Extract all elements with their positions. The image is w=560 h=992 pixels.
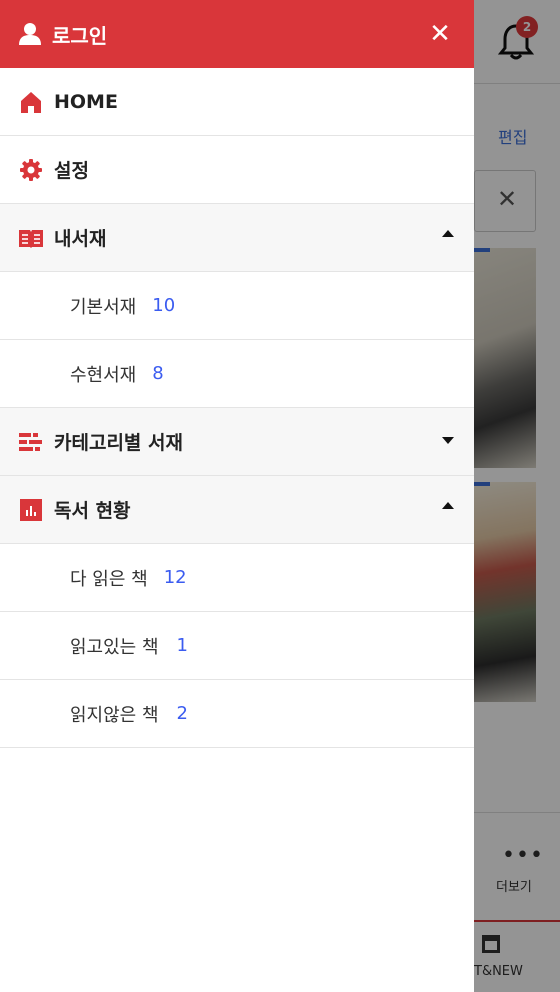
home-icon <box>18 89 44 115</box>
menu-item-my-library[interactable]: 내서재 <box>0 204 474 272</box>
login-link[interactable]: 로그인 <box>52 20 107 49</box>
library-item-count: 10 <box>152 295 176 316</box>
reading-item-label: 읽지않은 책 <box>70 704 159 726</box>
library-item-label: 수현서재 <box>70 364 137 386</box>
drawer-header: 로그인 ✕ <box>0 0 474 68</box>
reading-item-count: 1 <box>176 635 188 656</box>
bar-chart-icon <box>18 497 44 523</box>
reading-item-label: 다 읽은 책 <box>70 568 148 590</box>
gear-icon <box>18 157 44 183</box>
close-icon[interactable]: ✕ <box>424 18 456 50</box>
menu-label: 독서 현황 <box>54 500 131 522</box>
reading-item-finished[interactable]: 다 읽은 책 12 <box>0 544 474 612</box>
library-item-label: 기본서재 <box>70 296 137 318</box>
menu-item-settings[interactable]: 설정 <box>0 136 474 204</box>
chevron-up-icon[interactable] <box>442 230 454 237</box>
reading-item-count: 2 <box>176 703 188 724</box>
menu-item-home[interactable]: HOME <box>0 68 474 136</box>
menu-item-category-library[interactable]: 카테고리별 서재 <box>0 408 474 476</box>
list-icon <box>18 429 44 455</box>
user-icon <box>18 22 42 46</box>
reading-item-label: 읽고있는 책 <box>70 636 159 658</box>
reading-item-count: 12 <box>163 567 187 588</box>
library-item-basic[interactable]: 기본서재 10 <box>0 272 474 340</box>
menu-item-reading-status[interactable]: 독서 현황 <box>0 476 474 544</box>
book-icon <box>18 225 44 251</box>
menu-label: 설정 <box>54 160 89 182</box>
chevron-up-icon[interactable] <box>442 502 454 509</box>
menu-label: 카테고리별 서재 <box>54 432 183 454</box>
library-item-count: 8 <box>152 363 164 384</box>
library-item-suhyun[interactable]: 수현서재 8 <box>0 340 474 408</box>
menu-label: HOME <box>54 90 118 113</box>
chevron-down-icon[interactable] <box>442 437 454 444</box>
reading-item-unread[interactable]: 읽지않은 책 2 <box>0 680 474 748</box>
menu-label: 내서재 <box>54 228 107 250</box>
reading-item-reading[interactable]: 읽고있는 책 1 <box>0 612 474 680</box>
side-drawer: 로그인 ✕ HOME 설정 내서재 기본서재 10 수현서재 8 카테고리별 서… <box>0 0 474 992</box>
